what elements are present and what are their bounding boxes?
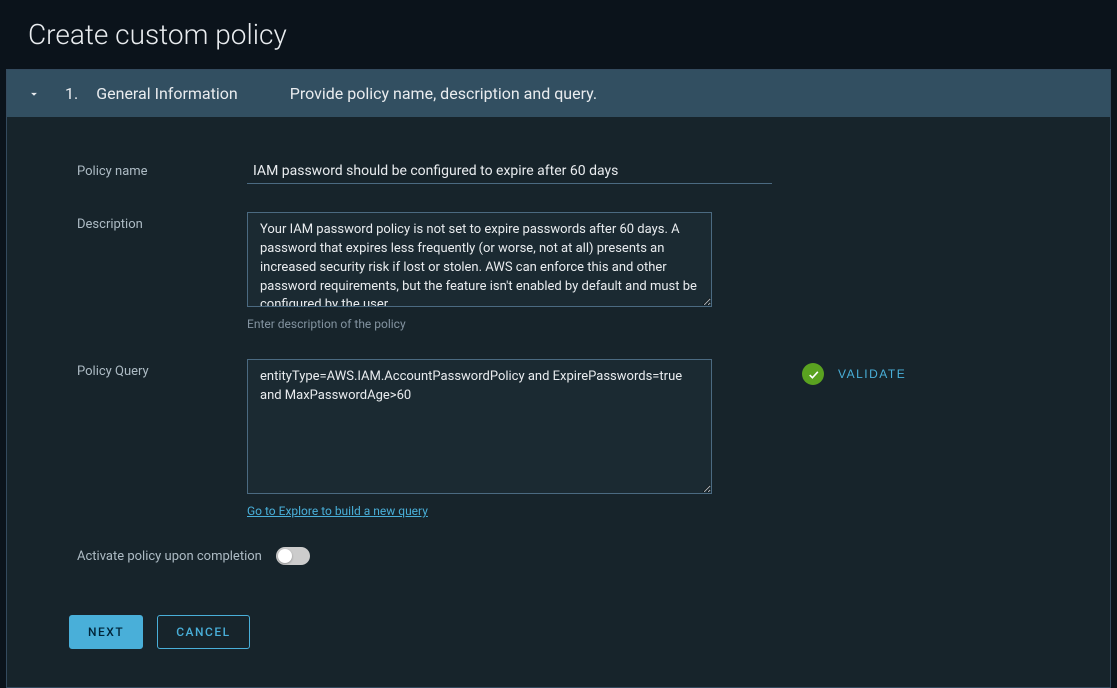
description-helper: Enter description of the policy — [247, 317, 772, 331]
policy-query-row: Policy Query Go to Explore to build a ne… — [77, 359, 1050, 519]
activate-label: Activate policy upon completion — [77, 549, 262, 564]
step-subtitle: Provide policy name, description and que… — [290, 84, 597, 103]
description-label: Description — [77, 212, 247, 232]
wizard-container: 1. General Information Provide policy na… — [6, 69, 1111, 688]
step-number: 1. — [65, 84, 78, 103]
check-circle-icon — [802, 363, 824, 385]
validate-section: VALIDATE — [802, 359, 906, 385]
explore-link[interactable]: Go to Explore to build a new query — [247, 504, 428, 518]
policy-query-label: Policy Query — [77, 359, 247, 379]
policy-name-row: Policy name — [77, 159, 1050, 184]
cancel-button[interactable]: CANCEL — [157, 615, 249, 649]
activate-row: Activate policy upon completion — [77, 547, 1050, 565]
form-body: Policy name Description Enter descriptio… — [7, 117, 1110, 687]
page-title: Create custom policy — [0, 0, 1117, 69]
step-title: General Information — [96, 84, 238, 103]
validate-button[interactable]: VALIDATE — [838, 367, 906, 381]
activate-toggle[interactable] — [276, 547, 310, 565]
policy-query-textarea[interactable] — [247, 359, 712, 494]
policy-name-input[interactable] — [247, 159, 772, 184]
step-header[interactable]: 1. General Information Provide policy na… — [7, 70, 1110, 117]
policy-name-label: Policy name — [77, 159, 247, 179]
description-row: Description Enter description of the pol… — [77, 212, 1050, 331]
toggle-knob — [278, 549, 292, 563]
next-button[interactable]: NEXT — [69, 615, 143, 649]
button-row: NEXT CANCEL — [69, 615, 1050, 649]
description-textarea[interactable] — [247, 212, 712, 307]
chevron-down-icon — [27, 87, 41, 101]
